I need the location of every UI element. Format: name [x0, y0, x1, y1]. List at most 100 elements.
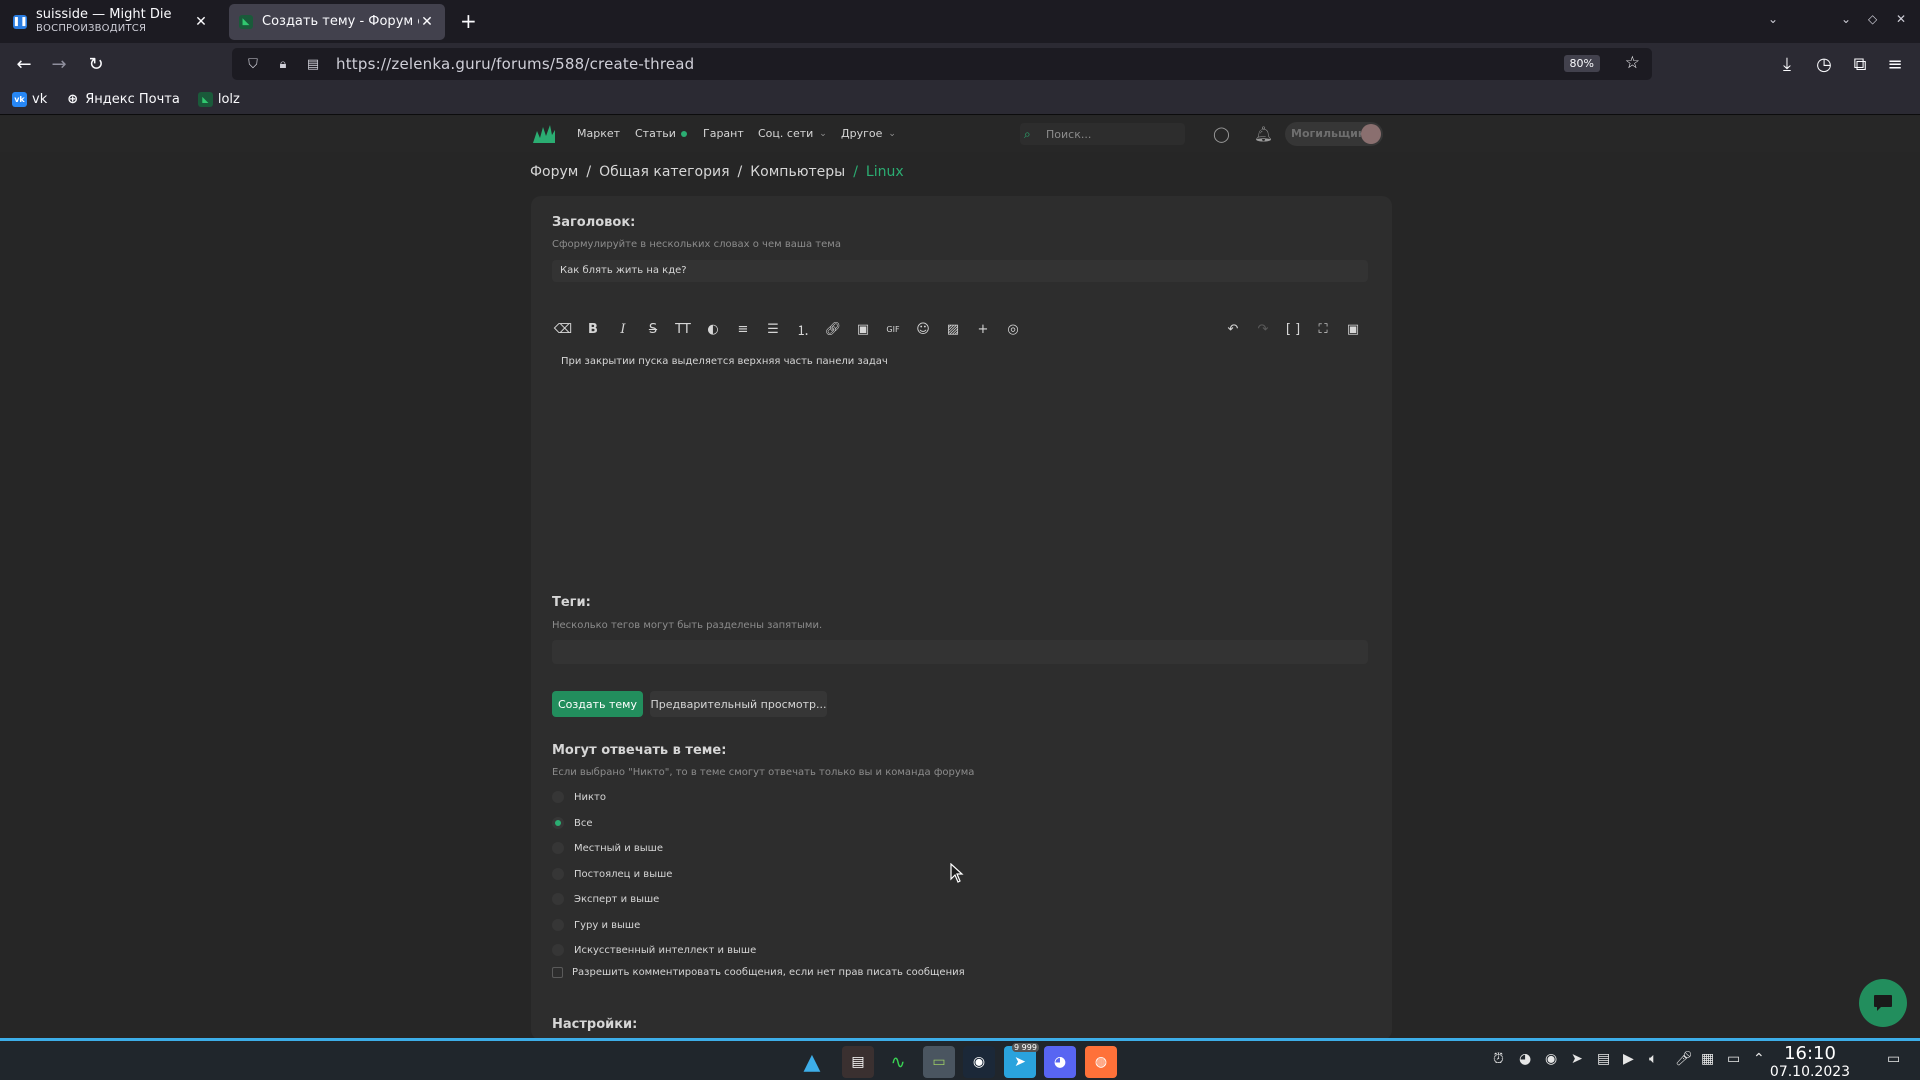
preview-button[interactable]: Предварительный просмотр...: [650, 691, 827, 717]
app-launcher-icon[interactable]: ▲: [796, 1046, 828, 1078]
close-window-icon[interactable]: ✕: [1896, 12, 1906, 26]
radio-option-all[interactable]: Все: [552, 814, 593, 832]
terminal-icon[interactable]: ▤: [842, 1046, 874, 1078]
media-player-icon[interactable]: ▶: [1623, 1051, 1634, 1067]
create-thread-button[interactable]: Создать тему: [552, 691, 643, 717]
downloads-icon[interactable]: ⤓: [1776, 53, 1798, 75]
emoji-icon[interactable]: ☺: [912, 318, 934, 340]
close-tab-icon[interactable]: ✕: [193, 14, 209, 30]
search-placeholder[interactable]: Поиск...: [1046, 128, 1091, 141]
breadcrumb-forum[interactable]: Форум: [530, 164, 578, 180]
new-tab-icon[interactable]: +: [460, 11, 477, 31]
notifications-bell-icon[interactable]: 🔔︎: [1254, 125, 1273, 143]
clipboard-icon[interactable]: ▤: [1597, 1051, 1610, 1067]
breadcrumb-computers[interactable]: Компьютеры: [750, 164, 845, 180]
strikethrough-icon[interactable]: S: [642, 318, 664, 340]
radio-button[interactable]: [552, 893, 564, 905]
nav-other[interactable]: Другое ⌄: [841, 127, 896, 140]
allow-comments-checkbox[interactable]: [552, 967, 563, 978]
radio-option-guru[interactable]: Гуру и выше: [552, 916, 640, 934]
discord-icon[interactable]: ◕: [1044, 1046, 1076, 1078]
radio-button[interactable]: [552, 791, 564, 803]
tab-music[interactable]: ❚❚ suisside — Might Die ВОСПРОИЗВОДИТСЯ …: [3, 4, 219, 40]
breadcrumb-general[interactable]: Общая категория: [599, 164, 729, 180]
lock-icon[interactable]: 🔒︎: [274, 57, 292, 72]
radio-option-expert[interactable]: Эксперт и выше: [552, 890, 659, 908]
minimize-icon[interactable]: ⌄: [1841, 12, 1851, 26]
bookmark-star-icon[interactable]: ☆: [1625, 53, 1640, 73]
reload-icon[interactable]: ↻: [85, 53, 107, 75]
numbered-list-icon[interactable]: ⒈: [792, 318, 814, 340]
italic-icon[interactable]: I: [612, 318, 634, 340]
color-icon[interactable]: ◐: [702, 318, 724, 340]
conversations-icon[interactable]: ◯: [1213, 125, 1230, 143]
link-icon[interactable]: 🔗︎: [822, 318, 844, 340]
network-icon[interactable]: ▭: [1727, 1051, 1740, 1067]
address-bar[interactable]: ⛉ 🔒︎ ▤ https://zelenka.guru/forums/588/c…: [232, 48, 1652, 80]
telegram-tray-icon[interactable]: ➤: [1571, 1051, 1583, 1067]
chat-button[interactable]: [1859, 979, 1907, 1027]
radio-button[interactable]: [552, 842, 564, 854]
bullet-list-icon[interactable]: ☰: [762, 318, 784, 340]
url-text[interactable]: https://zelenka.guru/forums/588/create-t…: [336, 55, 694, 73]
radio-option-regular[interactable]: Постоялец и выше: [552, 865, 672, 883]
close-tab-icon[interactable]: ✕: [419, 14, 435, 30]
align-icon[interactable]: ≡: [732, 318, 754, 340]
bookmark-yandex-mail[interactable]: ⊕ Яндекс Почта: [65, 92, 180, 107]
save-draft-icon[interactable]: ▣: [1342, 318, 1364, 340]
site-logo-icon[interactable]: [531, 121, 557, 147]
bold-icon[interactable]: B: [582, 318, 604, 340]
steam-icon[interactable]: ◉: [963, 1046, 995, 1078]
hide-content-icon[interactable]: ◎: [1002, 318, 1024, 340]
radio-button[interactable]: [552, 944, 564, 956]
insert-more-icon[interactable]: +: [972, 318, 994, 340]
discord-tray-icon[interactable]: ◕: [1519, 1051, 1531, 1067]
show-desktop-icon[interactable]: ▭: [1887, 1051, 1900, 1067]
radio-button[interactable]: [552, 868, 564, 880]
bbcode-toggle-icon[interactable]: [ ]: [1282, 318, 1304, 340]
file-manager-icon[interactable]: ▭: [923, 1046, 955, 1078]
radio-option-local[interactable]: Местный и выше: [552, 839, 663, 857]
thread-title-input[interactable]: Как блять жить на кде?: [552, 260, 1368, 282]
notifications-tray-icon[interactable]: ⏰︎: [1493, 1051, 1504, 1067]
site-search[interactable]: ⌕ Поиск...: [1020, 123, 1185, 145]
history-icon[interactable]: ◷: [1813, 53, 1835, 75]
nav-social[interactable]: Соц. сети ⌄: [758, 127, 827, 140]
forward-icon[interactable]: →: [48, 53, 70, 75]
keyboard-layout-flag-icon[interactable]: ▦: [1701, 1051, 1714, 1067]
maximize-icon[interactable]: ◇: [1868, 12, 1877, 26]
zoom-level[interactable]: 80%: [1563, 55, 1600, 72]
allow-comments-option[interactable]: Разрешить комментировать сообщения, если…: [552, 967, 965, 978]
firefox-icon[interactable]: ◍: [1085, 1046, 1117, 1078]
volume-icon[interactable]: 🔈︎: [1649, 1051, 1657, 1067]
back-icon[interactable]: ←: [13, 53, 35, 75]
nav-market[interactable]: Маркет: [577, 127, 620, 140]
steam-tray-icon[interactable]: ◉: [1545, 1051, 1557, 1067]
tags-input[interactable]: [552, 640, 1368, 664]
redo-icon[interactable]: ↷: [1252, 318, 1274, 340]
radio-button[interactable]: [552, 817, 564, 829]
gif-icon[interactable]: GIF: [882, 318, 904, 340]
message-editor[interactable]: При закрытии пуска выделяется верхняя ча…: [561, 356, 888, 367]
list-tabs-icon[interactable]: ⌄: [1768, 12, 1778, 26]
nav-articles[interactable]: Статьи: [635, 127, 687, 140]
image-icon[interactable]: ▣: [852, 318, 874, 340]
fullscreen-icon[interactable]: ⛶: [1312, 318, 1334, 340]
radio-button[interactable]: [552, 919, 564, 931]
bookmark-vk[interactable]: vk vk: [12, 92, 47, 107]
clock[interactable]: 16:10 07.10.2023: [1760, 1044, 1860, 1080]
undo-icon[interactable]: ↶: [1222, 318, 1244, 340]
bookmark-lolz[interactable]: ◣ lolz: [197, 92, 240, 107]
page-info-icon[interactable]: ▤: [304, 57, 322, 72]
radio-option-ai[interactable]: Искусственный интеллект и выше: [552, 941, 756, 959]
extensions-icon[interactable]: ⧉: [1849, 53, 1871, 75]
shield-icon[interactable]: ⛉: [244, 57, 262, 72]
microphone-icon[interactable]: 🎤︎: [1675, 1051, 1693, 1067]
nav-garant[interactable]: Гарант: [703, 127, 744, 140]
system-monitor-icon[interactable]: ∿: [882, 1046, 914, 1078]
user-menu[interactable]: Могильщик: [1285, 122, 1383, 146]
tab-create-thread[interactable]: ◣ Создать тему - Форум соц ✕: [229, 4, 445, 40]
radio-option-nobody[interactable]: Никто: [552, 788, 606, 806]
eraser-icon[interactable]: ⌫: [552, 318, 574, 340]
menu-icon[interactable]: ≡: [1884, 53, 1906, 75]
